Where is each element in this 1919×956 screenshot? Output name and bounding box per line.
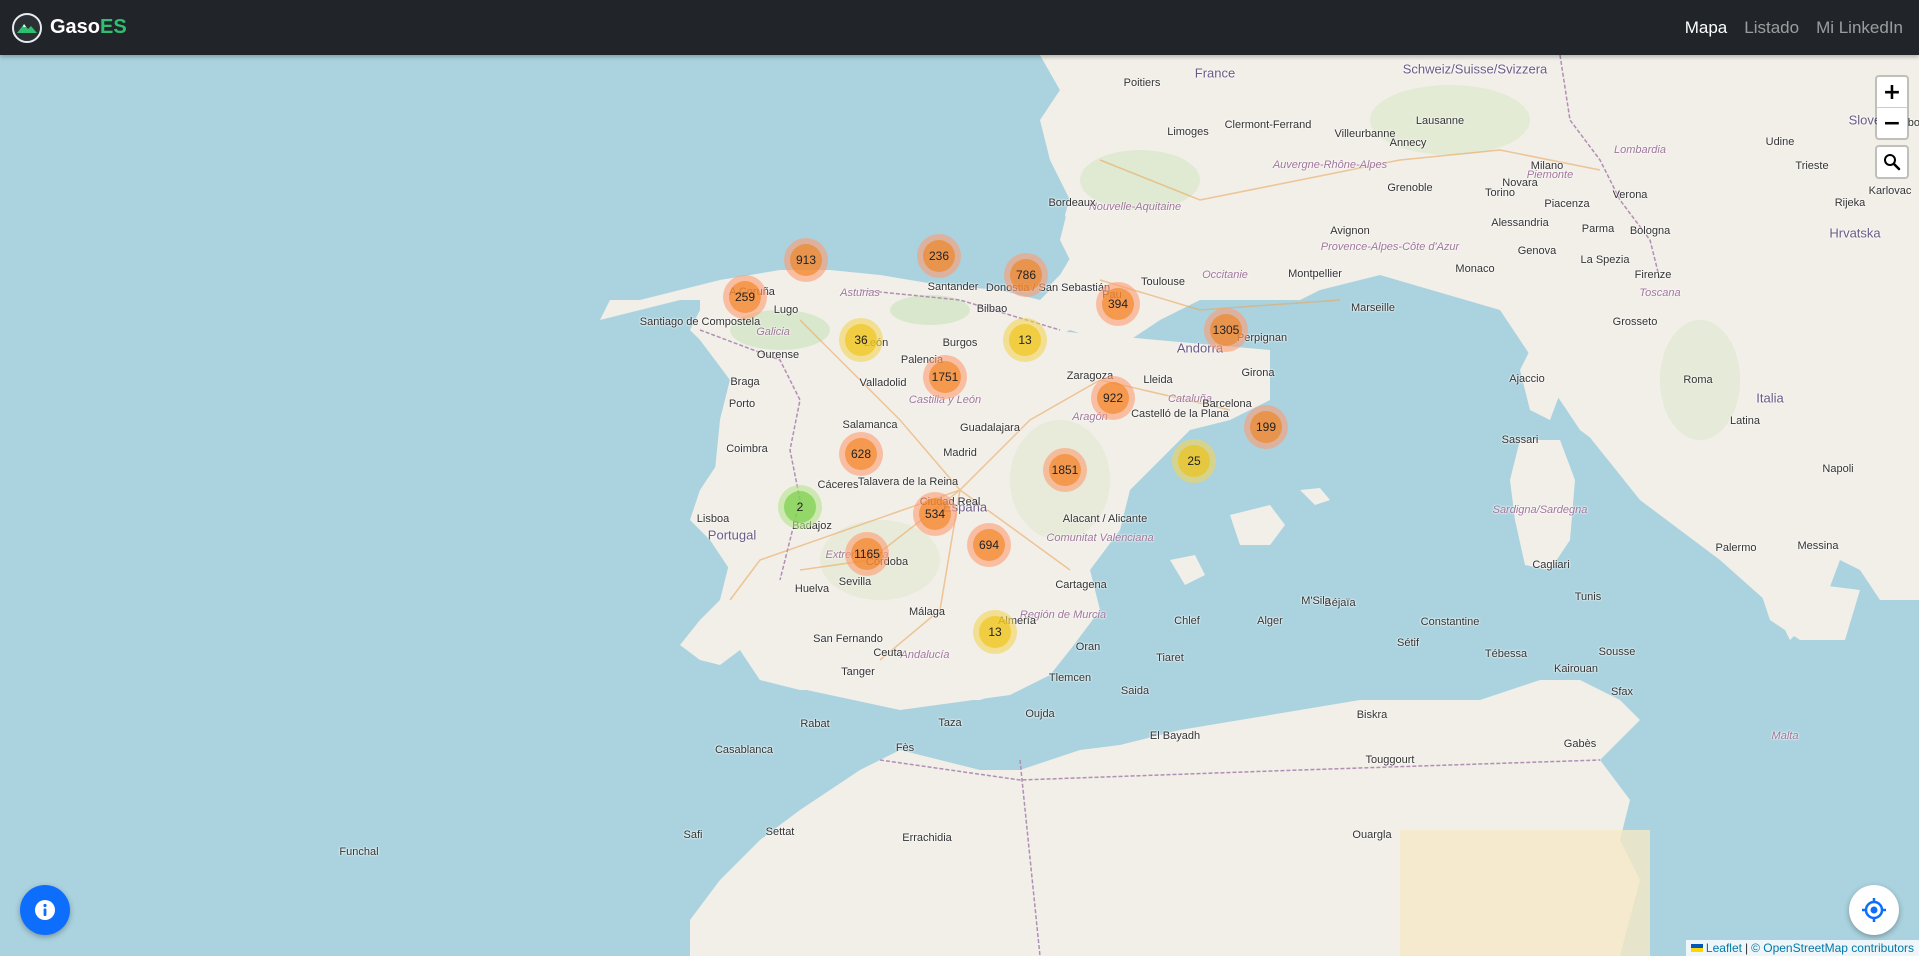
- nav-links: Mapa Listado Mi LinkedIn: [1685, 18, 1903, 38]
- station-cluster[interactable]: 786: [1004, 253, 1048, 297]
- station-cluster[interactable]: 259: [723, 275, 767, 319]
- locate-me-button[interactable]: [1849, 885, 1899, 935]
- station-cluster[interactable]: 36: [839, 318, 883, 362]
- station-cluster[interactable]: 694: [967, 523, 1011, 567]
- mountain-logo-icon: [12, 12, 42, 43]
- station-cluster[interactable]: 1305: [1204, 308, 1248, 352]
- zoom-control: + −: [1875, 75, 1909, 140]
- station-cluster[interactable]: 1851: [1043, 448, 1087, 492]
- map[interactable]: France España Portugal Italia Schweiz/Su…: [0, 55, 1919, 956]
- nav-link-listado[interactable]: Listado: [1744, 18, 1799, 38]
- station-cluster[interactable]: 236: [917, 234, 961, 278]
- station-cluster[interactable]: 394: [1096, 282, 1140, 326]
- navbar: GasoES Mapa Listado Mi LinkedIn: [0, 0, 1919, 55]
- zoom-in-button[interactable]: +: [1877, 77, 1907, 107]
- station-cluster[interactable]: 628: [839, 432, 883, 476]
- info-button[interactable]: [20, 885, 70, 935]
- crosshair-locate-icon: [1862, 898, 1886, 922]
- station-cluster[interactable]: 25: [1172, 439, 1216, 483]
- nav-link-mapa[interactable]: Mapa: [1685, 18, 1728, 38]
- info-icon: [35, 900, 55, 920]
- station-cluster[interactable]: 199: [1244, 405, 1288, 449]
- station-cluster[interactable]: 922: [1091, 376, 1135, 420]
- station-cluster[interactable]: 1165: [845, 532, 889, 576]
- attribution-separator: |: [1744, 941, 1749, 955]
- station-cluster[interactable]: 534: [913, 492, 957, 536]
- station-cluster[interactable]: 13: [973, 610, 1017, 654]
- map-search-button[interactable]: [1875, 145, 1909, 179]
- station-cluster[interactable]: 2: [778, 485, 822, 529]
- brand[interactable]: GasoES: [12, 12, 127, 43]
- station-cluster[interactable]: 13: [1003, 318, 1047, 362]
- leaflet-link[interactable]: Leaflet: [1706, 941, 1742, 955]
- map-attribution: Leaflet | © OpenStreetMap contributors: [1685, 940, 1919, 956]
- zoom-out-button[interactable]: −: [1877, 107, 1907, 138]
- nav-link-linkedin[interactable]: Mi LinkedIn: [1816, 18, 1903, 38]
- station-cluster[interactable]: 1751: [923, 355, 967, 399]
- map-base-layer: [0, 55, 1919, 956]
- ukraine-flag-icon: [1690, 944, 1703, 952]
- osm-link[interactable]: © OpenStreetMap contributors: [1751, 941, 1914, 955]
- brand-name: GasoES: [50, 16, 127, 38]
- station-cluster[interactable]: 913: [784, 238, 828, 282]
- search-icon: [1884, 154, 1901, 171]
